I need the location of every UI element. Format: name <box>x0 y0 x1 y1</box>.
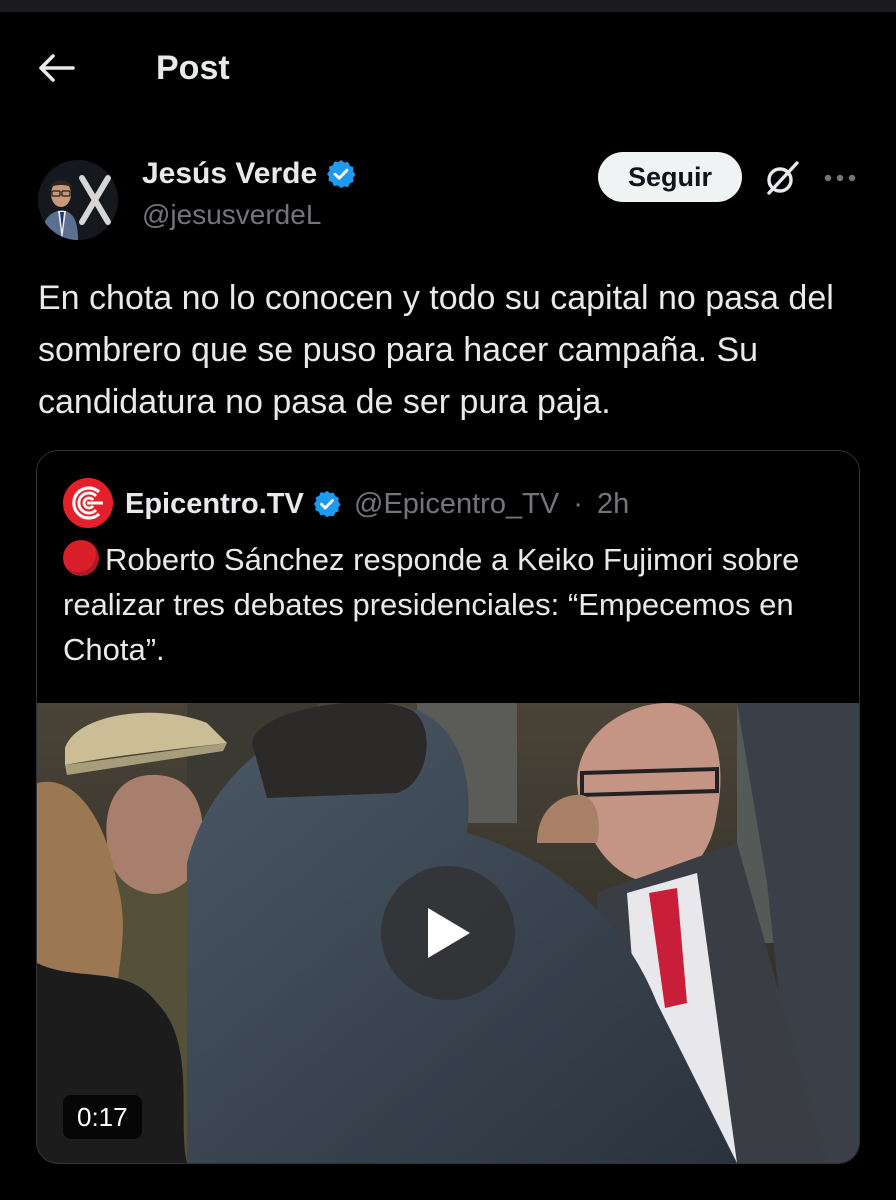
verified-badge-icon <box>325 158 357 190</box>
meta-separator: · <box>573 488 583 520</box>
play-button[interactable] <box>381 866 515 1000</box>
top-bar: Post <box>0 12 896 122</box>
grok-icon <box>767 161 799 195</box>
quoted-post-header: Epicentro.TV @Epicentro_TV · 2h <box>63 478 843 528</box>
author-avatar[interactable] <box>38 160 118 240</box>
quoted-post-text: Roberto Sánchez responde a Keiko Fujimor… <box>63 542 800 667</box>
epicentro-logo-icon[interactable] <box>63 478 113 528</box>
author-name[interactable]: Jesús Verde <box>142 156 317 192</box>
more-horizontal-icon <box>824 174 856 182</box>
author-handle[interactable]: @jesusverdeL <box>142 198 321 232</box>
post-author-row: Jesús Verde @jesusverdeL Seguir <box>38 152 868 246</box>
page-title: Post <box>156 49 230 87</box>
video-duration-badge: 0:17 <box>63 1095 142 1139</box>
verified-badge-icon <box>312 489 342 519</box>
avatar-image <box>38 160 118 240</box>
arrow-left-icon <box>39 54 75 82</box>
video-player[interactable]: 0:17 <box>37 703 859 1163</box>
red-circle-icon <box>63 540 99 576</box>
follow-button[interactable]: Seguir <box>598 152 742 202</box>
more-button[interactable] <box>818 156 862 200</box>
grok-button[interactable] <box>760 156 804 200</box>
quoted-post-time[interactable]: 2h <box>597 488 629 520</box>
play-icon <box>428 908 470 958</box>
quoted-author-handle[interactable]: @Epicentro_TV <box>354 488 559 520</box>
quoted-author-name[interactable]: Epicentro.TV <box>125 487 304 521</box>
post-text: En chota no lo conocen y todo su capital… <box>38 279 834 421</box>
status-strip <box>0 0 896 12</box>
quoted-author-meta: @Epicentro_TV · 2h <box>354 487 629 521</box>
quoted-post-text-block: Roberto Sánchez responde a Keiko Fujimor… <box>63 537 843 672</box>
back-button[interactable] <box>30 48 82 88</box>
quoted-post-card[interactable]: Epicentro.TV @Epicentro_TV · 2h Roberto … <box>36 450 860 1164</box>
